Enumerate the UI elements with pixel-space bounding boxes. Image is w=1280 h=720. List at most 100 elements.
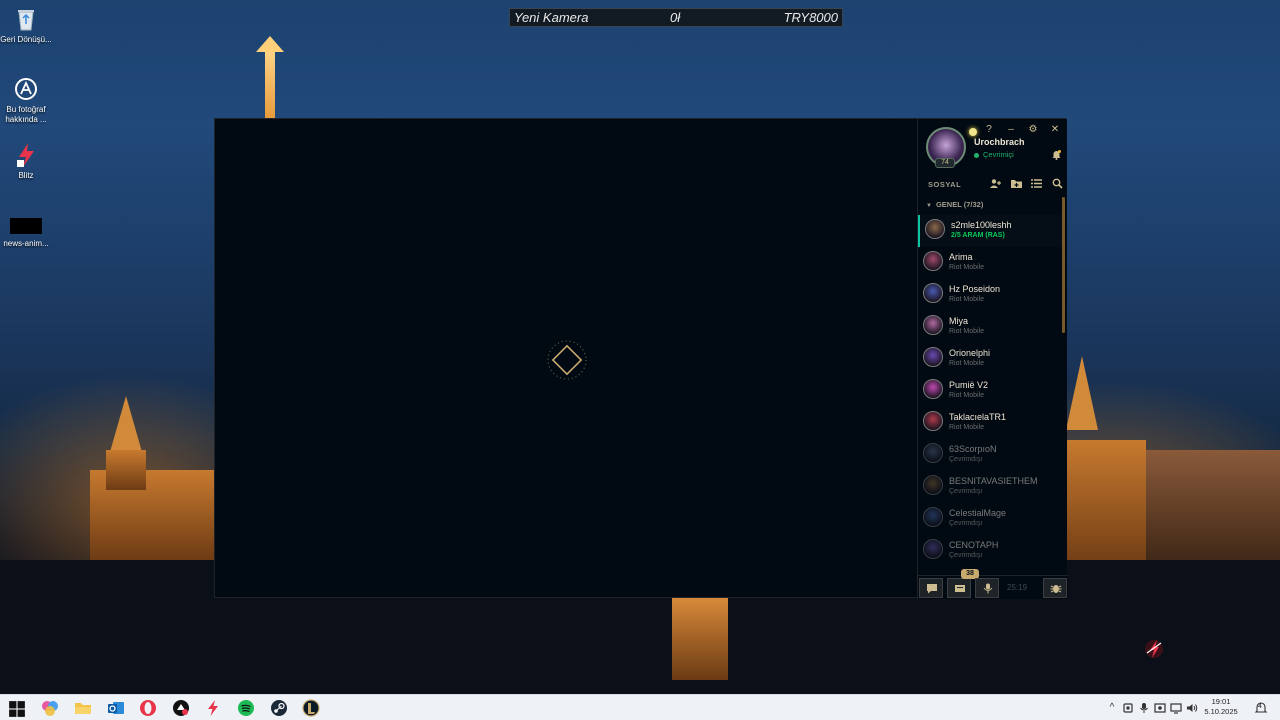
minimize-button[interactable]: – xyxy=(1004,124,1018,135)
video-file-icon xyxy=(10,218,42,234)
availability-dot[interactable] xyxy=(969,128,977,136)
friend-status: Riot Mobile xyxy=(949,360,985,367)
add-folder-icon[interactable] xyxy=(1011,178,1022,189)
camera-label: Yeni Kamera xyxy=(514,10,589,25)
friend-row[interactable]: 63ScorpıoN Çevrimdışı xyxy=(918,439,1062,471)
camera-overlay-bar: Yeni Kamera 0ł TRY8000 xyxy=(509,8,843,27)
group-header-label: GENEL (7/32) xyxy=(935,200,984,209)
center-lit-roof xyxy=(672,598,728,680)
left-castle-spire xyxy=(110,396,142,452)
clock-date: 5.10.2025 xyxy=(1204,707,1238,716)
friend-row[interactable]: CENOTAPH Çevrimdışı xyxy=(918,535,1062,567)
friend-row[interactable]: Arima Riot Mobile xyxy=(918,247,1062,279)
steam-icon[interactable] xyxy=(270,699,288,717)
user-status[interactable]: Çevrimiçi xyxy=(974,150,1014,159)
chat-icon xyxy=(927,584,937,594)
friend-row[interactable]: Pumië V2 Riot Mobile xyxy=(918,375,1062,407)
friend-status: Riot Mobile xyxy=(949,392,985,399)
friend-name: s2mle100leshh xyxy=(951,220,1012,230)
riot-client-window: ? – ⚙ ✕ 74 Urochbrach Çevrimiçi SOSYAL ▼… xyxy=(214,118,1068,599)
friend-row[interactable]: CelestialMage Çevrimdışı xyxy=(918,503,1062,535)
friend-name: 63ScorpıoN xyxy=(949,444,997,454)
blitz-taskbar-icon[interactable] xyxy=(204,699,222,717)
friend-avatar xyxy=(923,347,943,367)
friend-avatar xyxy=(923,539,943,559)
file-explorer-icon[interactable] xyxy=(74,699,92,717)
league-of-legends-icon[interactable] xyxy=(302,699,320,717)
copilot-icon[interactable] xyxy=(41,699,59,717)
riot-client-taskbar-icon[interactable] xyxy=(172,699,190,717)
friend-name: Orionelphi xyxy=(949,348,991,358)
screen-capture-icon[interactable] xyxy=(1154,702,1166,714)
desktop-icon-news-anim[interactable]: news-anim... xyxy=(0,218,54,249)
settings-button[interactable]: ⚙ xyxy=(1026,124,1040,135)
friend-name: BESNITAVASIETHEM xyxy=(949,476,1038,486)
microphone-tray-icon[interactable] xyxy=(1138,702,1150,714)
missions-button[interactable] xyxy=(947,578,971,598)
spire-tower xyxy=(265,48,275,120)
desktop-icon-about-photo[interactable]: Bu fotoğraf hakkında ... xyxy=(0,76,54,125)
clock-time: 19:01 xyxy=(1211,697,1231,706)
friend-name: Arima xyxy=(949,252,973,262)
blitz-overlay-icon[interactable] xyxy=(1144,638,1164,660)
device-icon[interactable] xyxy=(1122,702,1134,714)
friend-status: Çevrimdışı xyxy=(949,552,983,559)
friend-status: 2/5 ARAM (RAS) xyxy=(951,232,1005,239)
close-button[interactable]: ✕ xyxy=(1048,124,1062,135)
notification-bell-icon[interactable] xyxy=(1052,150,1061,160)
windows-start-icon[interactable] xyxy=(8,700,26,718)
session-time: 25:19 xyxy=(1007,583,1028,592)
friend-row[interactable]: Orionelphi Riot Mobile xyxy=(918,343,1062,375)
friend-avatar xyxy=(923,475,943,495)
friend-avatar xyxy=(923,283,943,303)
friend-avatar xyxy=(923,411,943,431)
desktop-icon-label: Geri Dönüşü... xyxy=(0,35,52,44)
blitz-icon xyxy=(17,143,34,167)
add-friend-icon[interactable] xyxy=(990,178,1001,189)
desktop-icon-label: Blitz xyxy=(18,171,34,180)
social-section-title: SOSYAL xyxy=(928,180,962,189)
friend-row[interactable]: Hz Poseidon Riot Mobile xyxy=(918,279,1062,311)
left-castle-tower xyxy=(106,450,146,490)
voice-button[interactable] xyxy=(975,578,999,598)
friend-avatar xyxy=(923,379,943,399)
taskbar-clock[interactable]: 19:01 5.10.2025 xyxy=(1200,697,1242,717)
desktop-icon-label: Bu fotoğraf hakkında ... xyxy=(5,105,47,124)
friend-name: CENOTAPH xyxy=(949,540,999,550)
friend-list-scrollbar[interactable] xyxy=(1062,197,1065,333)
friend-status: Çevrimdışı xyxy=(949,488,983,495)
opera-icon[interactable] xyxy=(139,699,157,717)
social-bottom-bar: 38 25:19 xyxy=(918,569,1068,599)
bug-icon xyxy=(1050,585,1062,593)
currency-label: TRY8000 xyxy=(783,10,838,25)
friend-row[interactable]: BESNITAVASIETHEM Çevrimdışı xyxy=(918,471,1062,503)
display-icon[interactable] xyxy=(1170,702,1182,714)
friend-row[interactable]: Miya Riot Mobile xyxy=(918,311,1062,343)
notification-count: 4 xyxy=(1258,703,1262,710)
chat-button[interactable] xyxy=(919,578,943,598)
friend-row[interactable]: TaklacıelaTR1 Riot Mobile xyxy=(918,407,1062,439)
friend-avatar xyxy=(923,315,943,335)
list-view-icon[interactable] xyxy=(1031,178,1042,189)
help-button[interactable]: ? xyxy=(982,124,996,135)
volume-icon[interactable] xyxy=(1186,702,1198,714)
bug-report-button[interactable] xyxy=(1043,578,1067,598)
desktop-icon-recycle-bin[interactable]: Geri Dönüşü... xyxy=(0,6,54,45)
friend-avatar xyxy=(923,251,943,271)
search-icon[interactable] xyxy=(1052,178,1063,189)
social-panel: ? – ⚙ ✕ 74 Urochbrach Çevrimiçi SOSYAL ▼… xyxy=(917,119,1068,599)
friend-status: Riot Mobile xyxy=(949,328,985,335)
spotify-icon[interactable] xyxy=(237,699,255,717)
outlook-icon[interactable] xyxy=(107,699,125,717)
group-header-general[interactable]: ▼ GENEL (7/32) xyxy=(926,200,983,209)
username: Urochbrach xyxy=(974,137,1025,147)
desktop-icon-blitz[interactable]: Blitz xyxy=(0,142,54,181)
friend-status: Riot Mobile xyxy=(949,296,985,303)
friend-row[interactable]: s2mle100leshh 2/5 ARAM (RAS) xyxy=(918,215,1062,247)
friend-avatar xyxy=(923,507,943,527)
desktop-icon-label: news-anim... xyxy=(3,239,49,248)
chevron-up-icon[interactable]: ^ xyxy=(1106,702,1118,714)
friend-avatar xyxy=(925,219,945,239)
chevron-down-icon: ▼ xyxy=(926,203,932,209)
recycle-bin-icon xyxy=(18,10,34,31)
